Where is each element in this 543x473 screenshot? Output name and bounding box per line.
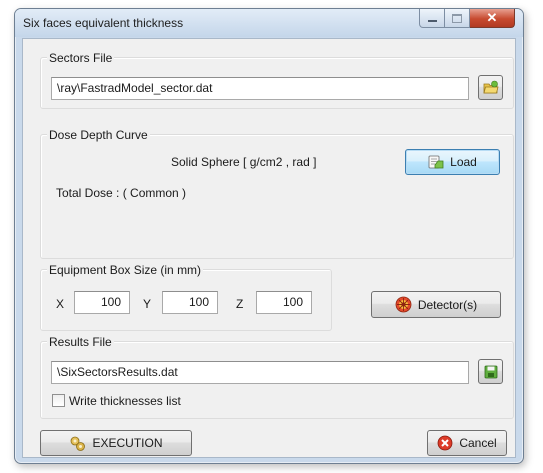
title-bar[interactable]: Six faces equivalent thickness ✕ <box>15 9 523 37</box>
results-file-input[interactable]: \SixSectorsResults.dat <box>51 361 469 384</box>
load-button-label: Load <box>450 155 477 169</box>
cancel-icon <box>437 435 453 451</box>
detector-button[interactable]: Detector(s) <box>371 291 501 318</box>
z-input[interactable]: 100 <box>256 291 312 314</box>
write-thicknesses-label[interactable]: Write thicknesses list <box>69 394 181 408</box>
cancel-button[interactable]: Cancel <box>427 430 507 456</box>
curve-type-label: Solid Sphere [ g/cm2 , rad ] <box>171 155 317 169</box>
save-icon <box>484 365 497 378</box>
minimize-icon <box>427 20 437 22</box>
close-button[interactable]: ✕ <box>470 9 515 28</box>
cancel-button-label: Cancel <box>459 436 497 450</box>
results-file-label: Results File <box>47 335 114 349</box>
detector-button-label: Detector(s) <box>417 297 478 312</box>
dialog-client-area: Sectors File \ray\FastradModel_sector.da… <box>22 38 516 458</box>
minimize-button[interactable] <box>419 9 445 28</box>
maximize-button[interactable] <box>445 9 470 28</box>
detector-icon <box>395 296 412 313</box>
load-icon <box>428 155 444 169</box>
total-dose-label: Total Dose : ( Common ) <box>56 186 187 200</box>
sectors-file-input[interactable]: \ray\FastradModel_sector.dat <box>51 77 469 100</box>
maximize-icon <box>452 13 462 23</box>
dialog-window: Six faces equivalent thickness ✕ Sectors… <box>14 8 524 464</box>
close-icon: ✕ <box>486 10 498 25</box>
execution-button-label: EXECUTION <box>92 436 163 450</box>
results-browse-button[interactable] <box>478 359 503 384</box>
write-thicknesses-checkbox[interactable] <box>52 394 65 407</box>
load-button[interactable]: Load <box>405 149 500 175</box>
dose-depth-curve-label: Dose Depth Curve <box>47 128 150 142</box>
execution-icon <box>71 436 86 451</box>
window-controls: ✕ <box>419 9 515 29</box>
x-input[interactable]: 100 <box>74 291 130 314</box>
equipment-box-label: Equipment Box Size (in mm) <box>47 263 204 277</box>
y-label: Y <box>143 297 152 311</box>
sectors-file-label: Sectors File <box>47 51 115 65</box>
folder-icon <box>482 80 499 93</box>
window-title: Six faces equivalent thickness <box>23 16 184 30</box>
sectors-browse-button[interactable] <box>478 75 503 100</box>
z-label: Z <box>236 297 244 311</box>
x-label: X <box>56 297 65 311</box>
execution-button[interactable]: EXECUTION <box>40 430 192 456</box>
y-input[interactable]: 100 <box>162 291 218 314</box>
